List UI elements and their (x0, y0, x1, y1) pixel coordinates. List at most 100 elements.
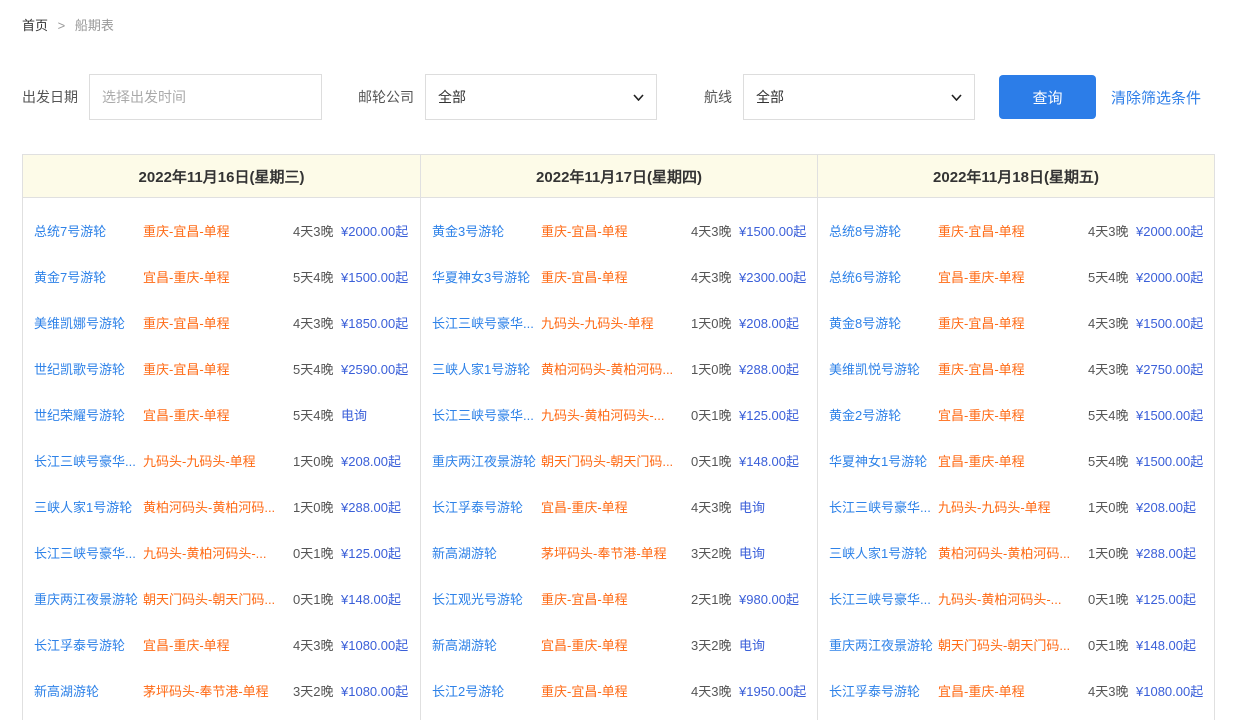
ship-name-link[interactable]: 黄金3号游轮 (432, 221, 541, 240)
price-link[interactable]: 电询 (739, 635, 817, 654)
price-link[interactable]: ¥1080.00起 (1136, 681, 1214, 700)
price-link[interactable]: ¥1500.00起 (739, 221, 817, 240)
price-link[interactable]: ¥208.00起 (1136, 497, 1214, 516)
ship-name-link[interactable]: 美维凯娜号游轮 (34, 313, 143, 332)
route-link[interactable]: 重庆-宜昌-单程 (541, 681, 691, 700)
route-link[interactable]: 朝天门码头-朝天门码... (938, 635, 1088, 654)
route-link[interactable]: 宜昌-重庆-单程 (143, 267, 293, 286)
ship-name-link[interactable]: 长江三峡号豪华... (34, 451, 143, 470)
route-link[interactable]: 黄柏河码头-黄柏河码... (938, 543, 1088, 562)
route-link[interactable]: 重庆-宜昌-单程 (143, 221, 293, 240)
route-link[interactable]: 重庆-宜昌-单程 (938, 313, 1088, 332)
route-link[interactable]: 九码头-九码头-单程 (541, 313, 691, 332)
price-link[interactable]: ¥148.00起 (739, 451, 817, 470)
route-link[interactable]: 九码头-九码头-单程 (143, 451, 293, 470)
route-link[interactable]: 重庆-宜昌-单程 (541, 589, 691, 608)
cruise-company-select[interactable]: 全部 (425, 74, 657, 120)
ship-name-link[interactable]: 总统8号游轮 (829, 221, 938, 240)
route-link[interactable]: 宜昌-重庆-单程 (143, 635, 293, 654)
route-link[interactable]: 宜昌-重庆-单程 (938, 681, 1088, 700)
price-link[interactable]: ¥1500.00起 (1136, 451, 1214, 470)
ship-name-link[interactable]: 长江2号游轮 (432, 681, 541, 700)
route-link[interactable]: 宜昌-重庆-单程 (938, 267, 1088, 286)
price-link[interactable]: ¥208.00起 (341, 451, 420, 470)
price-link[interactable]: ¥2300.00起 (739, 267, 817, 286)
route-link[interactable]: 重庆-宜昌-单程 (541, 267, 691, 286)
ship-name-link[interactable]: 华夏神女3号游轮 (432, 267, 541, 286)
route-link[interactable]: 宜昌-重庆-单程 (541, 497, 691, 516)
departure-date-input[interactable] (89, 74, 322, 120)
route-link[interactable]: 朝天门码头-朝天门码... (541, 451, 691, 470)
ship-name-link[interactable]: 总统6号游轮 (829, 267, 938, 286)
price-link[interactable]: ¥125.00起 (341, 543, 420, 562)
route-link[interactable]: 茅坪码头-奉节港-单程 (143, 681, 293, 700)
route-link[interactable]: 黄柏河码头-黄柏河码... (143, 497, 293, 516)
price-link[interactable]: 电询 (739, 543, 817, 562)
price-link[interactable]: ¥125.00起 (1136, 589, 1214, 608)
ship-name-link[interactable]: 长江三峡号豪华... (432, 313, 541, 332)
ship-name-link[interactable]: 长江孚泰号游轮 (829, 681, 938, 700)
price-link[interactable]: ¥980.00起 (739, 589, 817, 608)
price-link[interactable]: 电询 (739, 497, 817, 516)
price-link[interactable]: ¥1080.00起 (341, 681, 420, 700)
price-link[interactable]: ¥288.00起 (1136, 543, 1214, 562)
ship-name-link[interactable]: 重庆两江夜景游轮 (34, 589, 143, 608)
route-link[interactable]: 宜昌-重庆-单程 (541, 635, 691, 654)
price-link[interactable]: ¥2590.00起 (341, 359, 420, 378)
ship-name-link[interactable]: 世纪凯歌号游轮 (34, 359, 143, 378)
price-link[interactable]: ¥1850.00起 (341, 313, 420, 332)
route-link[interactable]: 茅坪码头-奉节港-单程 (541, 543, 691, 562)
route-link[interactable]: 重庆-宜昌-单程 (143, 313, 293, 332)
ship-name-link[interactable]: 长江孚泰号游轮 (34, 635, 143, 654)
price-link[interactable]: 电询 (341, 405, 420, 424)
ship-name-link[interactable]: 长江三峡号豪华... (34, 543, 143, 562)
price-link[interactable]: ¥2750.00起 (1136, 359, 1214, 378)
price-link[interactable]: ¥1500.00起 (1136, 405, 1214, 424)
ship-name-link[interactable]: 美维凯悦号游轮 (829, 359, 938, 378)
price-link[interactable]: ¥208.00起 (739, 313, 817, 332)
ship-name-link[interactable]: 新高湖游轮 (34, 681, 143, 700)
route-link[interactable]: 宜昌-重庆-单程 (143, 405, 293, 424)
route-link[interactable]: 重庆-宜昌-单程 (938, 359, 1088, 378)
ship-name-link[interactable]: 三峡人家1号游轮 (432, 359, 541, 378)
ship-name-link[interactable]: 黄金7号游轮 (34, 267, 143, 286)
route-link[interactable]: 九码头-九码头-单程 (938, 497, 1088, 516)
ship-name-link[interactable]: 长江三峡号豪华... (432, 405, 541, 424)
ship-name-link[interactable]: 新高湖游轮 (432, 635, 541, 654)
price-link[interactable]: ¥2000.00起 (341, 221, 420, 240)
price-link[interactable]: ¥2000.00起 (1136, 221, 1214, 240)
route-link[interactable]: 重庆-宜昌-单程 (143, 359, 293, 378)
ship-name-link[interactable]: 重庆两江夜景游轮 (829, 635, 938, 654)
price-link[interactable]: ¥288.00起 (739, 359, 817, 378)
route-link[interactable]: 朝天门码头-朝天门码... (143, 589, 293, 608)
ship-name-link[interactable]: 黄金2号游轮 (829, 405, 938, 424)
ship-name-link[interactable]: 长江三峡号豪华... (829, 497, 938, 516)
ship-name-link[interactable]: 重庆两江夜景游轮 (432, 451, 541, 470)
ship-name-link[interactable]: 三峡人家1号游轮 (34, 497, 143, 516)
ship-name-link[interactable]: 长江三峡号豪华... (829, 589, 938, 608)
route-link[interactable]: 九码头-黄柏河码头-... (541, 405, 691, 424)
route-link[interactable]: 宜昌-重庆-单程 (938, 451, 1088, 470)
route-link[interactable]: 重庆-宜昌-单程 (938, 221, 1088, 240)
price-link[interactable]: ¥1500.00起 (341, 267, 420, 286)
ship-name-link[interactable]: 黄金8号游轮 (829, 313, 938, 332)
price-link[interactable]: ¥148.00起 (341, 589, 420, 608)
price-link[interactable]: ¥2000.00起 (1136, 267, 1214, 286)
route-link[interactable]: 重庆-宜昌-单程 (541, 221, 691, 240)
ship-name-link[interactable]: 长江观光号游轮 (432, 589, 541, 608)
clear-filters-link[interactable]: 清除筛选条件 (1111, 87, 1201, 108)
ship-name-link[interactable]: 长江孚泰号游轮 (432, 497, 541, 516)
breadcrumb-home[interactable]: 首页 (22, 18, 48, 33)
route-link[interactable]: 九码头-黄柏河码头-... (938, 589, 1088, 608)
route-link[interactable]: 黄柏河码头-黄柏河码... (541, 359, 691, 378)
price-link[interactable]: ¥1500.00起 (1136, 313, 1214, 332)
price-link[interactable]: ¥288.00起 (341, 497, 420, 516)
route-link[interactable]: 宜昌-重庆-单程 (938, 405, 1088, 424)
search-button[interactable]: 查询 (999, 75, 1096, 119)
ship-name-link[interactable]: 新高湖游轮 (432, 543, 541, 562)
route-link[interactable]: 九码头-黄柏河码头-... (143, 543, 293, 562)
price-link[interactable]: ¥1080.00起 (341, 635, 420, 654)
price-link[interactable]: ¥148.00起 (1136, 635, 1214, 654)
ship-name-link[interactable]: 总统7号游轮 (34, 221, 143, 240)
route-select[interactable]: 全部 (743, 74, 975, 120)
